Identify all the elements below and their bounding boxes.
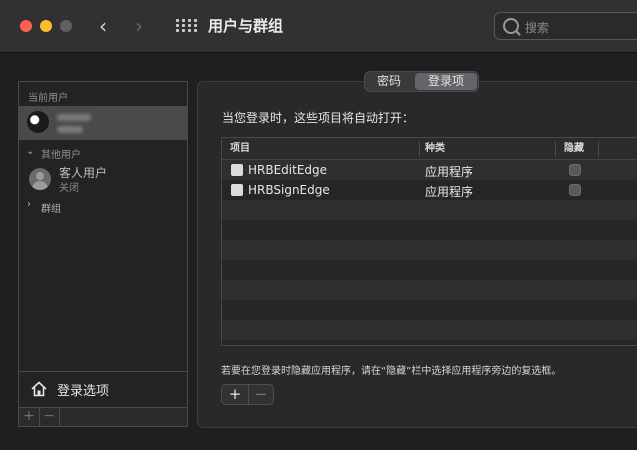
title-bar: ‹ › 用户与群组 搜索 — [0, 0, 637, 53]
hide-checkbox[interactable] — [569, 164, 581, 176]
hide-hint-text: 若要在您登录时隐藏应用程序，请在“隐藏”栏中选择应用程序旁边的复选框。 — [221, 366, 562, 377]
column-divider — [598, 141, 599, 157]
back-arrow-icon[interactable]: ‹ — [99, 14, 107, 38]
login-item-kind: 应用程序 — [425, 165, 474, 179]
column-divider — [419, 141, 420, 157]
login-item-name: HRBEditEdge — [248, 163, 328, 177]
groups-label[interactable]: 群组 — [41, 200, 61, 215]
other-users-section-label: 其他用户 — [41, 150, 81, 161]
table-row[interactable]: HRBEditEdge 应用程序 — [222, 160, 637, 180]
column-header-kind[interactable]: 种类 — [425, 138, 445, 160]
login-item-buttons: + − — [221, 384, 274, 405]
login-items-table: 项目 种类 隐藏 HRBEditEdge 应用程序 HRBSignEdge 应用… — [221, 137, 637, 346]
login-item-name: HRBSignEdge — [248, 183, 330, 197]
empty-row — [222, 240, 637, 260]
sidebar-button-bar: + − — [18, 408, 188, 427]
current-user-row[interactable] — [19, 106, 187, 140]
guest-avatar-icon — [29, 168, 51, 190]
empty-row — [222, 220, 637, 240]
forward-arrow-icon[interactable]: › — [135, 14, 143, 38]
window-title: 用户与群组 — [208, 17, 284, 35]
show-all-grid-icon[interactable] — [176, 19, 197, 33]
hide-checkbox[interactable] — [569, 184, 581, 196]
house-icon — [31, 381, 47, 397]
redacted-user-name — [57, 114, 91, 121]
table-row[interactable]: HRBSignEdge 应用程序 — [222, 180, 637, 200]
column-header-item[interactable]: 项目 — [230, 138, 250, 160]
app-icon — [231, 164, 243, 176]
avatar — [27, 111, 49, 133]
app-icon — [231, 184, 243, 196]
add-user-button[interactable]: + — [19, 408, 40, 426]
login-options-item[interactable]: 登录选项 — [19, 371, 187, 405]
remove-login-item-button[interactable]: − — [248, 385, 274, 404]
login-options-label: 登录选项 — [57, 384, 110, 399]
column-header-hide[interactable]: 隐藏 — [564, 138, 584, 160]
empty-row — [222, 280, 637, 300]
tab-password[interactable]: 密码 — [367, 73, 411, 90]
login-item-kind: 应用程序 — [425, 185, 474, 199]
add-login-item-button[interactable]: + — [222, 385, 249, 404]
empty-row — [222, 320, 637, 340]
current-user-section-label: 当前用户 — [28, 93, 68, 104]
empty-row — [222, 340, 637, 345]
login-items-intro: 当您登录时，这些项目将自动打开： — [222, 111, 415, 125]
redacted-user-role — [57, 126, 83, 133]
empty-row — [222, 260, 637, 280]
chevron-down-icon[interactable]: ⌄ — [26, 146, 34, 157]
zoom-window-button[interactable] — [60, 20, 72, 32]
close-window-button[interactable] — [20, 20, 32, 32]
tab-bar: 密码 登录项 — [364, 71, 479, 92]
users-sidebar: 当前用户 ⌄ 其他用户 客人用户 关闭 › 群组 登录选项 — [18, 81, 188, 408]
column-divider — [555, 141, 556, 157]
search-input[interactable]: 搜索 — [494, 12, 637, 40]
chevron-right-icon[interactable]: › — [27, 199, 31, 210]
tab-login-items[interactable]: 登录项 — [415, 73, 477, 90]
search-icon — [503, 18, 519, 34]
empty-row — [222, 300, 637, 320]
search-placeholder: 搜索 — [525, 21, 550, 35]
minimize-window-button[interactable] — [40, 20, 52, 32]
remove-user-button[interactable]: − — [39, 408, 60, 426]
guest-user-status: 关闭 — [59, 183, 79, 194]
empty-row — [222, 200, 637, 220]
